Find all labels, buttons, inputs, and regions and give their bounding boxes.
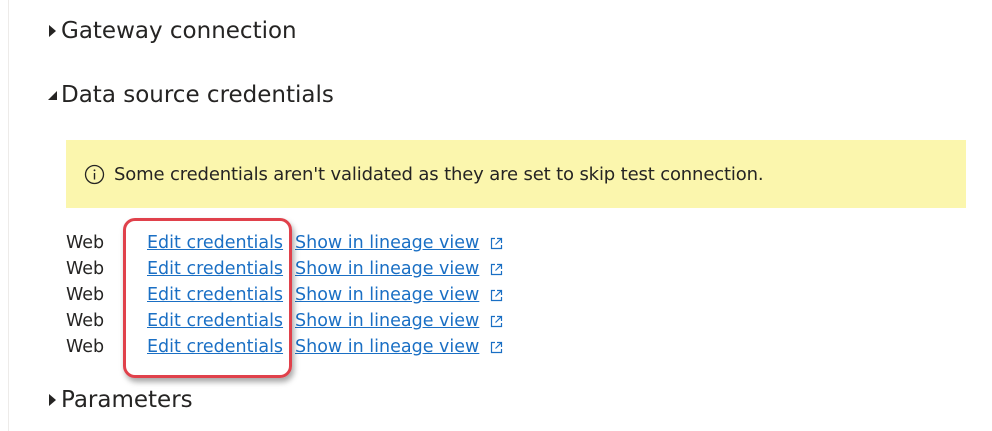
- external-link-icon[interactable]: [489, 314, 503, 328]
- edit-credentials-link[interactable]: Edit credentials: [147, 311, 295, 331]
- section-title: Data source credentials: [61, 82, 334, 108]
- source-type: Web: [66, 259, 105, 279]
- credential-row: Web Edit credentials Show in lineage vie…: [66, 230, 566, 256]
- show-in-lineage-link[interactable]: Show in lineage view: [295, 259, 479, 279]
- left-divider: [8, 0, 9, 431]
- edit-credentials-link[interactable]: Edit credentials: [147, 337, 295, 357]
- show-in-lineage-link[interactable]: Show in lineage view: [295, 337, 479, 357]
- external-link-icon[interactable]: [489, 262, 503, 276]
- edit-credentials-link[interactable]: Edit credentials: [147, 233, 295, 253]
- credential-row: Web Edit credentials Show in lineage vie…: [66, 282, 566, 308]
- source-type: Web: [66, 311, 105, 331]
- credential-row: Web Edit credentials Show in lineage vie…: [66, 308, 566, 334]
- data-source-credentials-header[interactable]: Data source credentials: [44, 79, 334, 111]
- credentials-list: Web Edit credentials Show in lineage vie…: [66, 230, 566, 360]
- caret-right-icon: [44, 23, 60, 39]
- show-in-lineage-link[interactable]: Show in lineage view: [295, 285, 479, 305]
- gateway-connection-header[interactable]: Gateway connection: [44, 15, 297, 47]
- show-in-lineage-link[interactable]: Show in lineage view: [295, 311, 479, 331]
- section-title: Gateway connection: [61, 18, 297, 44]
- source-type: Web: [66, 285, 105, 305]
- source-type: Web: [66, 337, 105, 357]
- caret-right-icon: [44, 392, 60, 408]
- section-title: Parameters: [61, 387, 193, 413]
- parameters-header[interactable]: Parameters: [44, 384, 193, 416]
- caret-down-icon: [44, 87, 60, 103]
- edit-credentials-link[interactable]: Edit credentials: [147, 259, 295, 279]
- external-link-icon[interactable]: [489, 236, 503, 250]
- credential-row: Web Edit credentials Show in lineage vie…: [66, 334, 566, 360]
- external-link-icon[interactable]: [489, 288, 503, 302]
- credential-row: Web Edit credentials Show in lineage vie…: [66, 256, 566, 282]
- edit-credentials-link[interactable]: Edit credentials: [147, 285, 295, 305]
- show-in-lineage-link[interactable]: Show in lineage view: [295, 233, 479, 253]
- source-type: Web: [66, 233, 105, 253]
- info-icon: [83, 163, 105, 185]
- info-banner: Some credentials aren't validated as the…: [66, 140, 966, 208]
- dataset-settings-page: Gateway connection Data source credentia…: [0, 0, 992, 431]
- external-link-icon[interactable]: [489, 340, 503, 354]
- banner-message: Some credentials aren't validated as the…: [114, 163, 764, 185]
